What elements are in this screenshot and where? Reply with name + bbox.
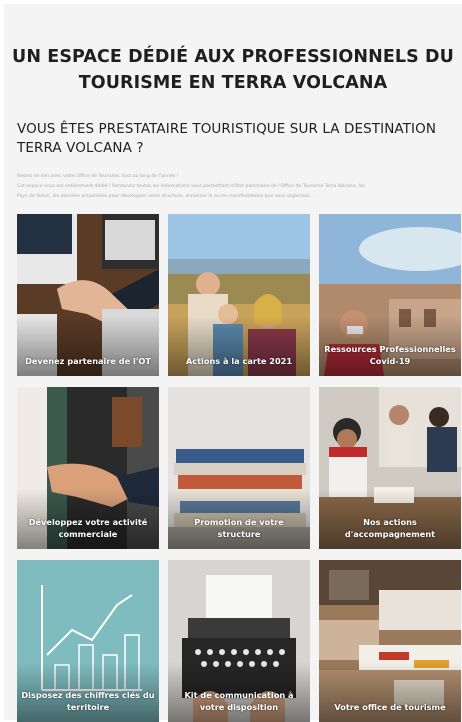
- tile-label: Ressources Professionnelles Covid-19: [324, 344, 456, 366]
- intro-line: Cet espace vous est entièrement dédié ! …: [17, 184, 365, 189]
- tile-label: Actions à la carte 2021: [185, 356, 293, 366]
- page-title: UN ESPACE DÉDIÉ AUX PROFESSIONNELS DU TO…: [12, 47, 454, 93]
- intro-text: Restez en lien avec votre Office de Tour…: [17, 172, 457, 202]
- tile-actions-carte[interactable]: Actions à la carte 2021: [168, 214, 310, 376]
- tile-devenez-partenaire[interactable]: Devenez partenaire de l'OT: [17, 214, 159, 376]
- tile-shade: [319, 662, 461, 722]
- tile-ressources-covid[interactable]: Ressources Professionnelles Covid-19: [319, 214, 461, 376]
- tiles-grid: Devenez partenaire de l'OT Actions à la …: [17, 214, 461, 722]
- tile-label: Développez votre activité commerciale: [28, 517, 148, 539]
- tile-label: Kit de communication à votre disposition: [184, 690, 294, 712]
- tile-developpez-activite[interactable]: Développez votre activité commerciale: [17, 387, 159, 549]
- tile-shade: [168, 316, 310, 376]
- tile-actions-accompagnement[interactable]: Nos actions d'accompagnement: [319, 387, 461, 549]
- section-subtitle: VOUS ÊTES PRESTATAIRE TOURISTIQUE SUR LA…: [17, 121, 437, 156]
- tile-shade: [17, 316, 159, 376]
- tile-label: Promotion de votre structure: [194, 517, 284, 539]
- tile-label: Disposez des chiffres clés du territoire: [21, 690, 155, 712]
- tile-office-tourisme[interactable]: Votre office de tourisme: [319, 560, 461, 722]
- tile-label: Votre office de tourisme: [334, 702, 446, 712]
- intro-line: Restez en lien avec votre Office de Tour…: [17, 174, 179, 179]
- intro-line: Pays de Volvic, les données actualisées …: [17, 194, 314, 199]
- tile-promotion-structure[interactable]: Promotion de votre structure: [168, 387, 310, 549]
- tile-label: Devenez partenaire de l'OT: [25, 356, 151, 366]
- tile-label: Nos actions d'accompagnement: [344, 517, 436, 539]
- tile-chiffres-cles[interactable]: Disposez des chiffres clés du territoire: [17, 560, 159, 722]
- tile-kit-communication[interactable]: Kit de communication à votre disposition: [168, 560, 310, 722]
- content-panel: UN ESPACE DÉDIÉ AUX PROFESSIONNELS DU TO…: [4, 4, 462, 722]
